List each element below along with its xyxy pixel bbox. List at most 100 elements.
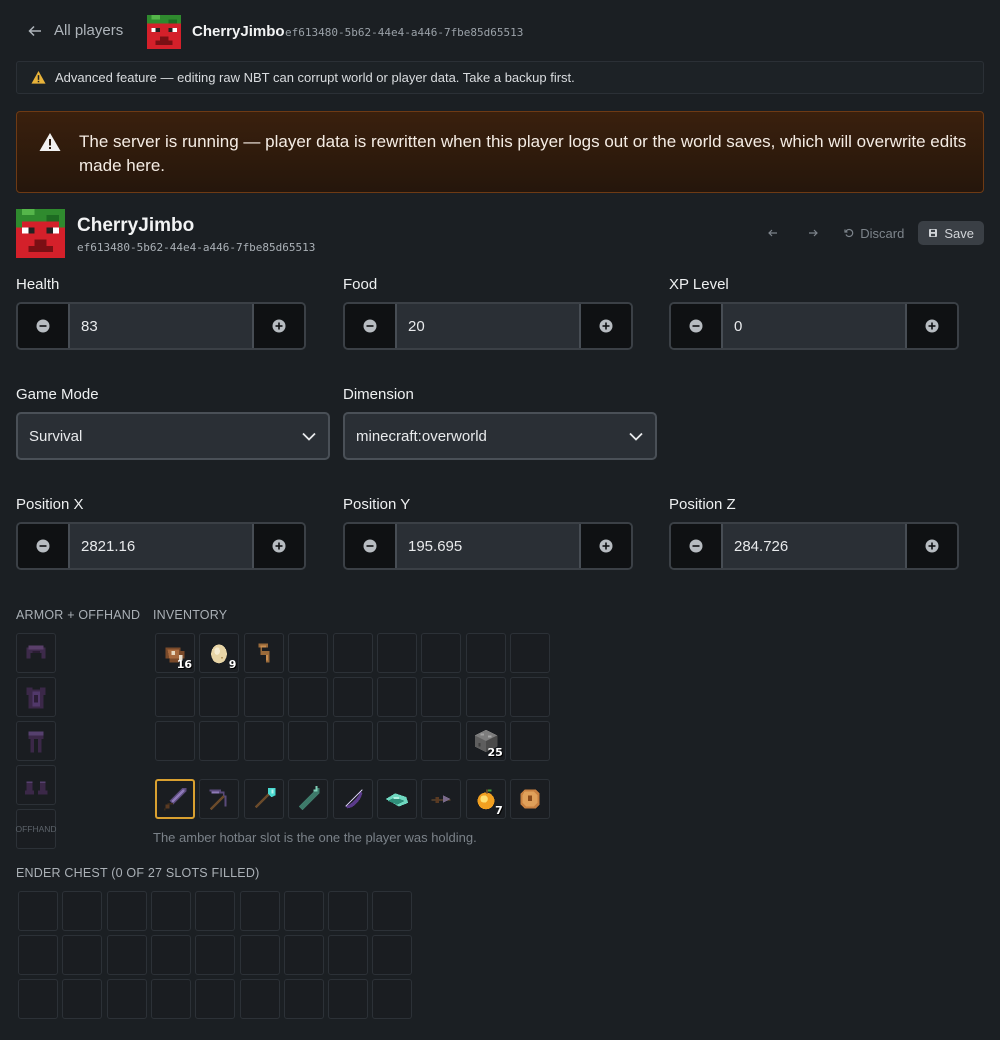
ender-chest-slot[interactable] — [372, 979, 413, 1019]
inventory-slot[interactable]: 25 — [465, 721, 506, 761]
boots-slot[interactable] — [16, 765, 56, 805]
xp-level-increment-button[interactable] — [907, 304, 957, 348]
inventory-slot[interactable] — [243, 721, 284, 761]
ender-chest-slot[interactable] — [150, 979, 191, 1019]
hotbar-slot[interactable] — [377, 779, 417, 819]
ender-chest-slot[interactable] — [283, 935, 324, 975]
ender-chest-slot[interactable] — [328, 935, 369, 975]
position-x-increment-button[interactable] — [254, 524, 304, 568]
ender-chest-slot[interactable] — [283, 891, 324, 931]
ender-chest-slot[interactable] — [239, 935, 280, 975]
dimension-select[interactable]: minecraft:overworld — [343, 412, 657, 460]
ender-chest-slot[interactable] — [195, 935, 236, 975]
arrow-left-icon — [768, 229, 778, 237]
offhand-slot[interactable]: OFFHAND — [15, 809, 57, 849]
position-x-decrement-button[interactable] — [18, 524, 68, 568]
ender-chest-slot[interactable] — [106, 891, 147, 931]
hotbar-slot[interactable] — [288, 779, 329, 819]
food-increment-button[interactable] — [581, 304, 631, 348]
hotbar-slot[interactable] — [243, 779, 284, 819]
ender-chest-slot[interactable] — [18, 979, 58, 1019]
hotbar-slot[interactable] — [332, 779, 373, 819]
food-input[interactable]: 20 — [395, 304, 581, 348]
ender-chest-slot[interactable] — [239, 979, 280, 1019]
inventory-slot[interactable] — [377, 677, 417, 717]
position-y-decrement-button[interactable] — [345, 524, 395, 568]
ender-chest-slot[interactable] — [62, 979, 103, 1019]
inventory-slot[interactable] — [288, 633, 329, 673]
ender-chest-slot[interactable] — [239, 891, 280, 931]
inventory-slot[interactable] — [332, 721, 373, 761]
inventory-slot[interactable] — [199, 677, 240, 717]
netherite-pickaxe-icon — [210, 789, 227, 811]
inventory-slot[interactable] — [243, 633, 284, 673]
inventory-slot[interactable] — [332, 633, 373, 673]
inventory-slot[interactable] — [332, 677, 373, 717]
ender-chest-slot[interactable] — [106, 935, 147, 975]
health-input[interactable]: 83 — [68, 304, 254, 348]
hotbar-slot[interactable] — [421, 779, 462, 819]
undo-button[interactable] — [756, 221, 790, 245]
inventory-slot[interactable] — [421, 677, 462, 717]
plus-circle-icon — [272, 319, 286, 333]
position-z-stepper: 284.726 — [669, 522, 959, 570]
ender-chest-slot[interactable] — [18, 891, 58, 931]
inventory-slot[interactable] — [288, 677, 329, 717]
ender-chest-slot[interactable] — [283, 979, 324, 1019]
inventory-slot[interactable] — [199, 721, 240, 761]
ender-chest-slot[interactable] — [372, 891, 413, 931]
inventory-slot[interactable] — [155, 721, 195, 761]
inventory-slot[interactable] — [421, 633, 462, 673]
inventory-slot[interactable] — [288, 721, 329, 761]
ender-chest-slot[interactable] — [62, 935, 103, 975]
health-increment-button[interactable] — [254, 304, 304, 348]
ender-chest-slot[interactable] — [372, 935, 413, 975]
redo-button[interactable] — [796, 221, 830, 245]
save-button[interactable]: Save — [918, 221, 984, 245]
inventory-slot[interactable] — [510, 633, 551, 673]
ender-chest-slot[interactable] — [195, 891, 236, 931]
ender-chest-slot[interactable] — [106, 979, 147, 1019]
ender-chest-slot[interactable] — [150, 935, 191, 975]
position-y-input[interactable]: 195.695 — [395, 524, 581, 568]
hotbar-slot[interactable] — [510, 779, 551, 819]
xp-level-decrement-button[interactable] — [671, 304, 721, 348]
discard-button[interactable]: Discard — [836, 221, 912, 245]
reset-icon — [844, 228, 854, 238]
position-z-decrement-button[interactable] — [671, 524, 721, 568]
inventory-slot[interactable] — [243, 677, 284, 717]
chestplate-slot[interactable] — [16, 677, 56, 717]
ender-chest-slot[interactable] — [328, 979, 369, 1019]
inventory-slot[interactable] — [465, 677, 506, 717]
inventory-slot[interactable] — [421, 721, 462, 761]
inventory-slot[interactable] — [465, 633, 506, 673]
position-y-increment-button[interactable] — [581, 524, 631, 568]
health-decrement-button[interactable] — [18, 304, 68, 348]
food-decrement-button[interactable] — [345, 304, 395, 348]
hotbar-slot[interactable] — [199, 779, 240, 819]
inventory-slot[interactable]: 9 — [199, 633, 240, 673]
xp-level-input[interactable]: 0 — [721, 304, 907, 348]
helmet-slot[interactable] — [16, 633, 56, 673]
ender-chest-slot[interactable] — [328, 891, 369, 931]
inventory-slot[interactable] — [377, 633, 417, 673]
game-mode-select[interactable]: Survival — [16, 412, 330, 460]
ender-chest-slot[interactable] — [62, 891, 103, 931]
ender-chest-slot[interactable] — [195, 979, 236, 1019]
ender-chest-slot[interactable] — [150, 891, 191, 931]
back-to-all-players-link[interactable]: All players — [28, 22, 123, 39]
hotbar-slot[interactable] — [155, 779, 195, 819]
hotbar-slot[interactable]: 7 — [465, 779, 506, 819]
inventory-slot[interactable] — [155, 677, 195, 717]
inventory-slot[interactable] — [510, 677, 551, 717]
position-z-label: Position Z — [669, 496, 736, 513]
position-x-input[interactable]: 2821.16 — [68, 524, 254, 568]
inventory-slot[interactable]: 16 — [155, 633, 195, 673]
position-z-increment-button[interactable] — [907, 524, 957, 568]
inventory-slot[interactable] — [510, 721, 551, 761]
plus-circle-icon — [599, 319, 613, 333]
position-z-input[interactable]: 284.726 — [721, 524, 907, 568]
inventory-slot[interactable] — [377, 721, 417, 761]
leggings-slot[interactable] — [16, 721, 56, 761]
ender-chest-slot[interactable] — [18, 935, 58, 975]
